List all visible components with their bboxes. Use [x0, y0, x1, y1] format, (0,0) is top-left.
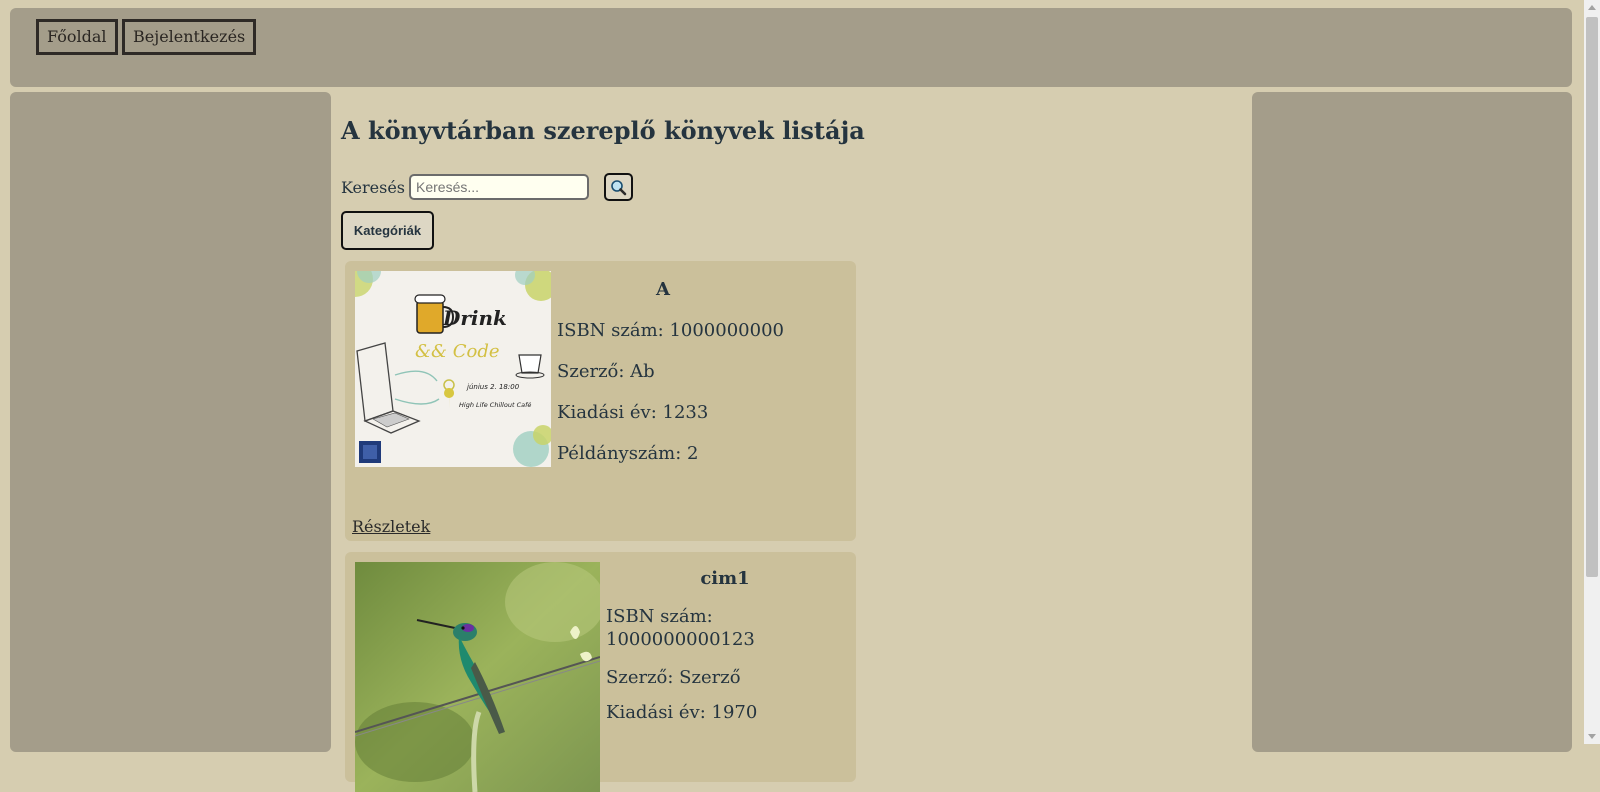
- categories-button[interactable]: Kategóriák: [341, 211, 434, 250]
- cover-date: június 2. 18:00: [466, 383, 520, 391]
- book-card: cim1 ISBN szám: 1000000000123 Szerző: Sz…: [345, 552, 856, 792]
- scroll-up-arrow-icon[interactable]: [1588, 5, 1596, 10]
- book-card: Drink && Code június 2. 18:00 High Life …: [345, 261, 856, 541]
- page-title: A könyvtárban szereplő könyvek listája: [341, 116, 865, 145]
- book-author: Szerző: Ab: [557, 361, 655, 382]
- main-content: A könyvtárban szereplő könyvek listája K…: [331, 92, 1252, 792]
- search-icon: [611, 179, 627, 195]
- login-nav-button[interactable]: Bejelentkezés: [122, 19, 257, 55]
- right-sidebar: [1252, 92, 1572, 752]
- book-year: Kiadási év: 1233: [557, 402, 709, 423]
- scroll-thumb[interactable]: [1586, 17, 1598, 577]
- left-sidebar: [10, 92, 331, 752]
- search-button[interactable]: [604, 173, 633, 201]
- page-scrollbar[interactable]: [1584, 0, 1600, 744]
- top-navbar: Főoldal Bejelentkezés: [10, 8, 1572, 87]
- book-year: Kiadási év: 1970: [606, 702, 758, 723]
- search-label: Keresés: [341, 178, 405, 197]
- scroll-down-arrow-icon[interactable]: [1588, 734, 1596, 739]
- book-isbn-value: 1000000000123: [606, 629, 755, 650]
- book-cover-image: Drink && Code június 2. 18:00 High Life …: [355, 271, 551, 467]
- details-link[interactable]: Részletek: [352, 517, 430, 536]
- cover-heading: Drink: [442, 306, 507, 330]
- cover-subheading: && Code: [415, 341, 500, 362]
- book-copies: Példányszám: 2: [557, 443, 699, 464]
- book-cover-image: [355, 562, 600, 792]
- book-isbn: ISBN szám: 1000000000: [557, 320, 784, 341]
- cover-place: High Life Chillout Café: [459, 401, 531, 409]
- book-author: Szerző: Szerző: [606, 667, 741, 688]
- search-input[interactable]: [409, 174, 589, 200]
- book-isbn-label: ISBN szám:: [606, 606, 713, 627]
- home-nav-button[interactable]: Főoldal: [36, 19, 118, 55]
- book-title: cim1: [700, 568, 750, 589]
- book-title: A: [656, 279, 670, 300]
